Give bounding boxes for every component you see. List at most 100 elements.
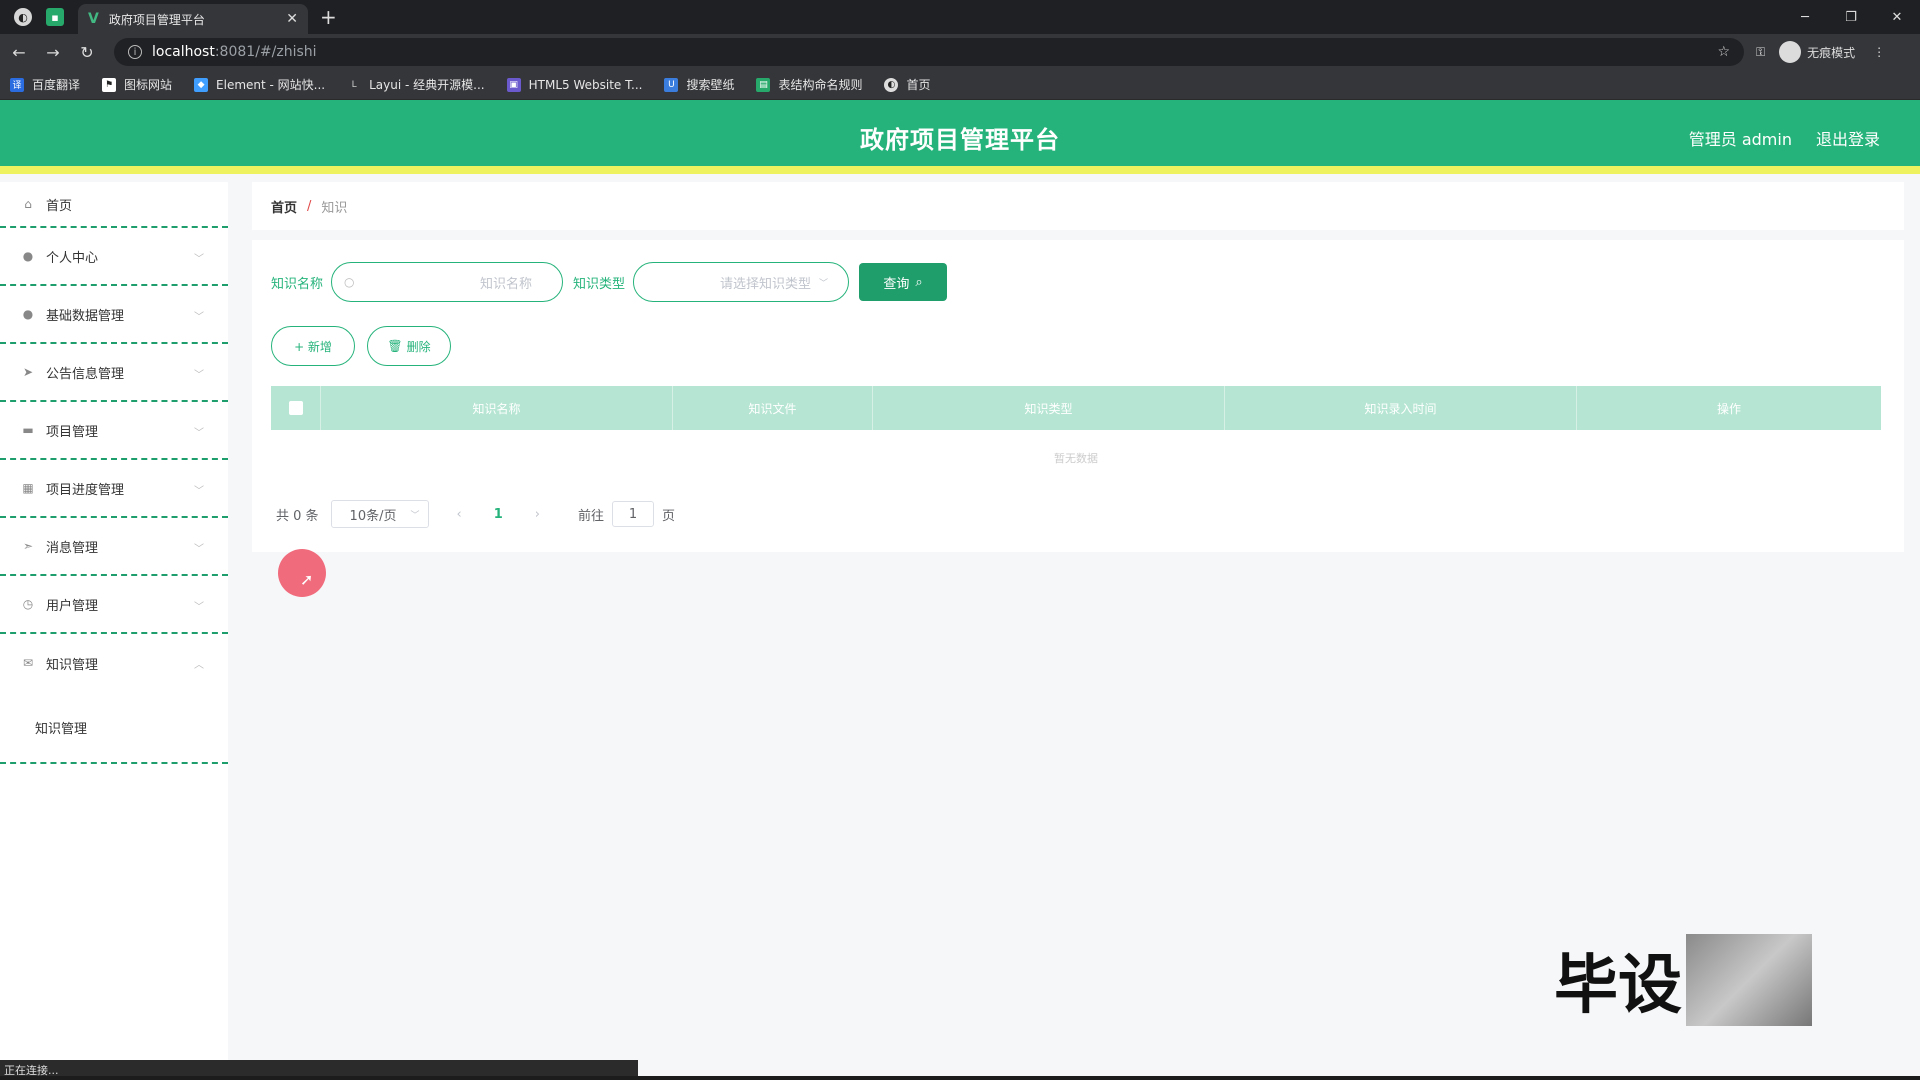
- forward-icon[interactable]: →: [38, 43, 68, 62]
- url-path: :8081/#/zhishi: [214, 44, 317, 60]
- sidebar-item-label: 知识管理: [46, 657, 99, 673]
- sidebar-item-users[interactable]: ◷ 用户管理 ﹀: [0, 576, 228, 634]
- current-page[interactable]: 1: [494, 507, 503, 522]
- menu-dots-icon[interactable]: ⋮: [1873, 45, 1885, 59]
- current-user: 管理员 admin: [1688, 130, 1792, 149]
- bookmark-item[interactable]: ⚑ 图标网站: [102, 76, 172, 93]
- knowledge-table: 知识名称 知识文件 知识类型 知识录入时间 操作 暂无数据: [271, 386, 1881, 486]
- sidebar-item-label: 用户管理: [46, 598, 99, 614]
- bookmark-item[interactable]: ▤ 表结构命名规则: [756, 76, 862, 93]
- add-button[interactable]: + 新增: [271, 326, 355, 366]
- search-icon: ⌕: [915, 274, 923, 290]
- watermark-text: 毕设: [1554, 949, 1682, 1023]
- window-close-icon[interactable]: ✕: [1874, 0, 1920, 34]
- home-icon: ⌂: [24, 197, 32, 211]
- query-button[interactable]: 查询 ⌕: [859, 263, 948, 301]
- url-input[interactable]: i localhost :8081/#/zhishi ☆: [114, 38, 1744, 66]
- key-icon[interactable]: ⚿: [1756, 45, 1765, 60]
- element-icon: ◆: [194, 77, 209, 92]
- sidebar-item-label: 首页: [46, 198, 73, 214]
- total-count: 共 0 条: [276, 508, 319, 524]
- bookmark-item[interactable]: ◐ 首页: [884, 76, 931, 93]
- sidebar-item-label: 基础数据管理: [46, 308, 125, 324]
- select-all-checkbox[interactable]: [288, 401, 303, 415]
- name-search-input[interactable]: ○ 知识名称: [331, 262, 564, 302]
- sidebar-item-message[interactable]: ➣ 消息管理 ﹀: [0, 518, 228, 576]
- sidebar: ⌂ 首页 ● 个人中心 ﹀ ● 基础数据管理 ﹀ ➤ 公告信息管理 ﹀ ▬ 项目…: [0, 182, 228, 1062]
- sidebar-item-progress[interactable]: ▦ 项目进度管理 ﹀: [0, 460, 228, 518]
- bookmark-item[interactable]: ▣ HTML5 Website T...: [506, 77, 642, 92]
- column-header: 操作: [1716, 401, 1741, 416]
- type-placeholder: 请选择知识类型: [720, 276, 812, 292]
- app-title: 政府项目管理平台: [860, 126, 1060, 154]
- add-label: + 新增: [294, 339, 332, 354]
- bookmark-star-icon[interactable]: ☆: [1717, 44, 1730, 60]
- delete-label: 删除: [406, 339, 431, 354]
- mail-icon: ✉: [22, 656, 34, 670]
- bookmark-item[interactable]: L Layui - 经典开源模...: [347, 76, 485, 93]
- delete-button[interactable]: 🗑 删除: [367, 326, 451, 366]
- breadcrumb-separator: /: [307, 198, 312, 214]
- chevron-down-icon: ﹀: [410, 510, 420, 521]
- browser-titlebar: ◐ ▪ V 政府项目管理平台 ✕ + ─ ❐ ✕: [0, 0, 1920, 34]
- chevron-down-icon: ﹀: [194, 370, 204, 381]
- sidebar-item-home[interactable]: ⌂ 首页: [0, 182, 228, 228]
- logout-link[interactable]: 退出登录: [1816, 126, 1880, 150]
- restore-icon[interactable]: ❐: [1828, 0, 1874, 34]
- bookmark-item[interactable]: ◆ Element - 网站快...: [194, 76, 325, 93]
- chevron-up-icon: ︿: [194, 660, 204, 671]
- goto-page-input[interactable]: 1: [612, 501, 655, 527]
- query-label: 查询: [883, 276, 910, 292]
- bookmarks-bar: 译百度翻译 ⚑ 图标网站 ◆ Element - 网站快... L Layui - 经…: [0, 70, 1920, 100]
- header-user-area: 管理员 admin 退出登录: [1665, 126, 1880, 150]
- send-icon: ➣: [22, 539, 34, 553]
- breadcrumb-home[interactable]: 首页: [271, 197, 297, 216]
- sidebar-item-label: 项目进度管理: [46, 482, 125, 498]
- sidebar-item-profile[interactable]: ● 个人中心 ﹀: [0, 228, 228, 286]
- sidebar-item-label: 消息管理: [46, 540, 99, 556]
- goto-label: 前往: [578, 508, 605, 524]
- globe-icon: ◐: [884, 77, 899, 92]
- breadcrumb-current: 知识: [321, 200, 348, 216]
- reload-icon[interactable]: ↻: [72, 43, 102, 62]
- sidebar-item-basedata[interactable]: ● 基础数据管理 ﹀: [0, 286, 228, 344]
- name-label: 知识名称: [271, 276, 324, 292]
- next-page-icon[interactable]: ›: [535, 507, 540, 522]
- search-icon: ○: [344, 275, 355, 289]
- page-unit: 页: [662, 508, 676, 524]
- back-icon[interactable]: ←: [4, 43, 34, 62]
- sidebar-item-label: 项目管理: [46, 424, 99, 440]
- chat-icon: ▬: [22, 423, 34, 437]
- browser-tab[interactable]: V 政府项目管理平台 ✕: [78, 4, 308, 34]
- prev-page-icon[interactable]: ‹: [457, 507, 462, 522]
- empty-state: 暂无数据: [1054, 452, 1098, 465]
- user-icon: ●: [22, 249, 34, 263]
- minimize-icon[interactable]: ─: [1782, 0, 1828, 34]
- app-header: 政府项目管理平台 管理员 admin 退出登录: [0, 100, 1920, 174]
- user-icon: ●: [22, 307, 34, 321]
- new-tab-icon[interactable]: +: [320, 5, 337, 29]
- bookmark-item[interactable]: U 搜索壁纸: [664, 76, 734, 93]
- clipboard-icon: ▦: [22, 481, 34, 495]
- type-select[interactable]: 请选择知识类型 ﹀: [633, 262, 850, 302]
- incognito-indicator[interactable]: 无痕模式: [1779, 41, 1855, 63]
- bookmark-label: 首页: [906, 78, 931, 92]
- chevron-down-icon: ﹀: [194, 602, 204, 613]
- tab-close-icon[interactable]: ✕: [286, 11, 298, 27]
- url-host: localhost: [152, 44, 215, 60]
- sidebar-item-project[interactable]: ▬ 项目管理 ﹀: [0, 402, 228, 460]
- name-placeholder: 知识名称: [480, 276, 533, 292]
- sidebar-item-knowledge[interactable]: ✉ 知识管理 ︿: [0, 634, 228, 692]
- submenu-knowledge-manage[interactable]: 知识管理: [0, 692, 228, 764]
- bookmark-item[interactable]: 译百度翻译: [10, 76, 80, 93]
- bookmark-label: 图标网站: [124, 78, 173, 92]
- column-header: 知识录入时间: [1225, 386, 1577, 430]
- browser-logo-icon: ◐: [14, 8, 32, 26]
- sidebar-item-notice[interactable]: ➤ 公告信息管理 ﹀: [0, 344, 228, 402]
- info-icon[interactable]: i: [128, 45, 142, 59]
- send-icon: ➤: [22, 365, 34, 379]
- page-size-select[interactable]: 10条/页 ﹀: [330, 500, 429, 528]
- address-bar: ← → ↻ i localhost :8081/#/zhishi ☆ ⚿ 无痕模…: [0, 34, 1920, 70]
- sheet-icon: ▤: [756, 77, 771, 92]
- cursor-arrow-icon: ➚: [300, 570, 314, 589]
